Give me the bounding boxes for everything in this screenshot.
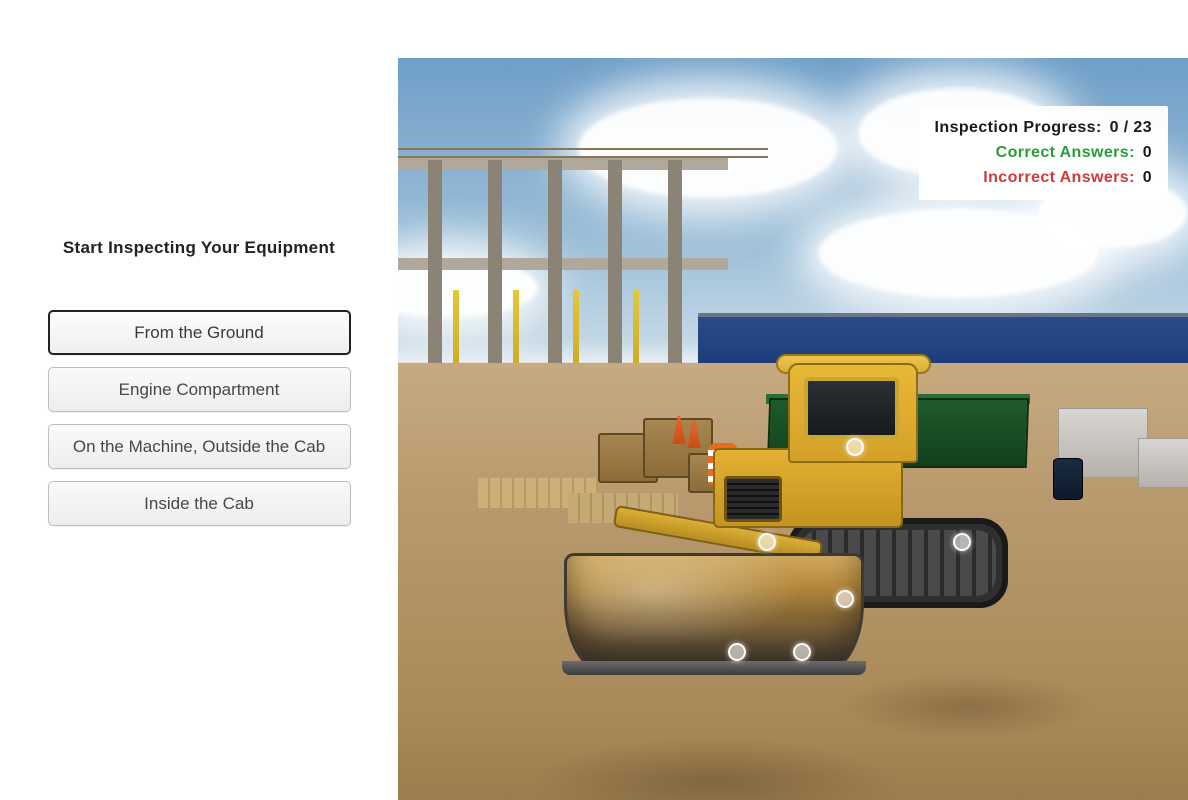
dozer-blade-edge	[562, 661, 866, 675]
bulldozer-equipment[interactable]	[578, 358, 998, 668]
option-inside-cab[interactable]: Inside the Cab	[48, 481, 351, 526]
progress-value: 0 / 23	[1110, 119, 1152, 136]
stats-panel: Inspection Progress: 0 / 23 Correct Answ…	[919, 106, 1168, 200]
correct-value: 0	[1143, 144, 1152, 161]
option-on-machine-outside-cab[interactable]: On the Machine, Outside the Cab	[48, 424, 351, 469]
inspection-point[interactable]	[728, 643, 746, 661]
correct-label: Correct Answers:	[996, 144, 1135, 161]
option-engine-compartment[interactable]: Engine Compartment	[48, 367, 351, 412]
dozer-grille	[724, 476, 782, 522]
inspection-point[interactable]	[758, 533, 776, 551]
concrete-block	[1138, 438, 1188, 488]
oil-barrel	[1053, 458, 1083, 500]
incorrect-label: Incorrect Answers:	[983, 169, 1135, 186]
dozer-blade	[564, 553, 864, 673]
option-from-ground[interactable]: From the Ground	[48, 310, 351, 355]
inspection-point[interactable]	[953, 533, 971, 551]
simulator-viewport[interactable]: Inspection Progress: 0 / 23 Correct Answ…	[398, 58, 1188, 800]
inspection-point[interactable]	[793, 643, 811, 661]
construction-building	[398, 118, 728, 398]
inspection-point[interactable]	[846, 438, 864, 456]
progress-label: Inspection Progress:	[935, 119, 1102, 136]
dozer-cab-window	[804, 377, 899, 439]
incorrect-value: 0	[1143, 169, 1152, 186]
inspection-point[interactable]	[836, 590, 854, 608]
panel-title: Start Inspecting Your Equipment	[63, 238, 335, 258]
inspection-menu-panel: Start Inspecting Your Equipment From the…	[0, 0, 398, 800]
